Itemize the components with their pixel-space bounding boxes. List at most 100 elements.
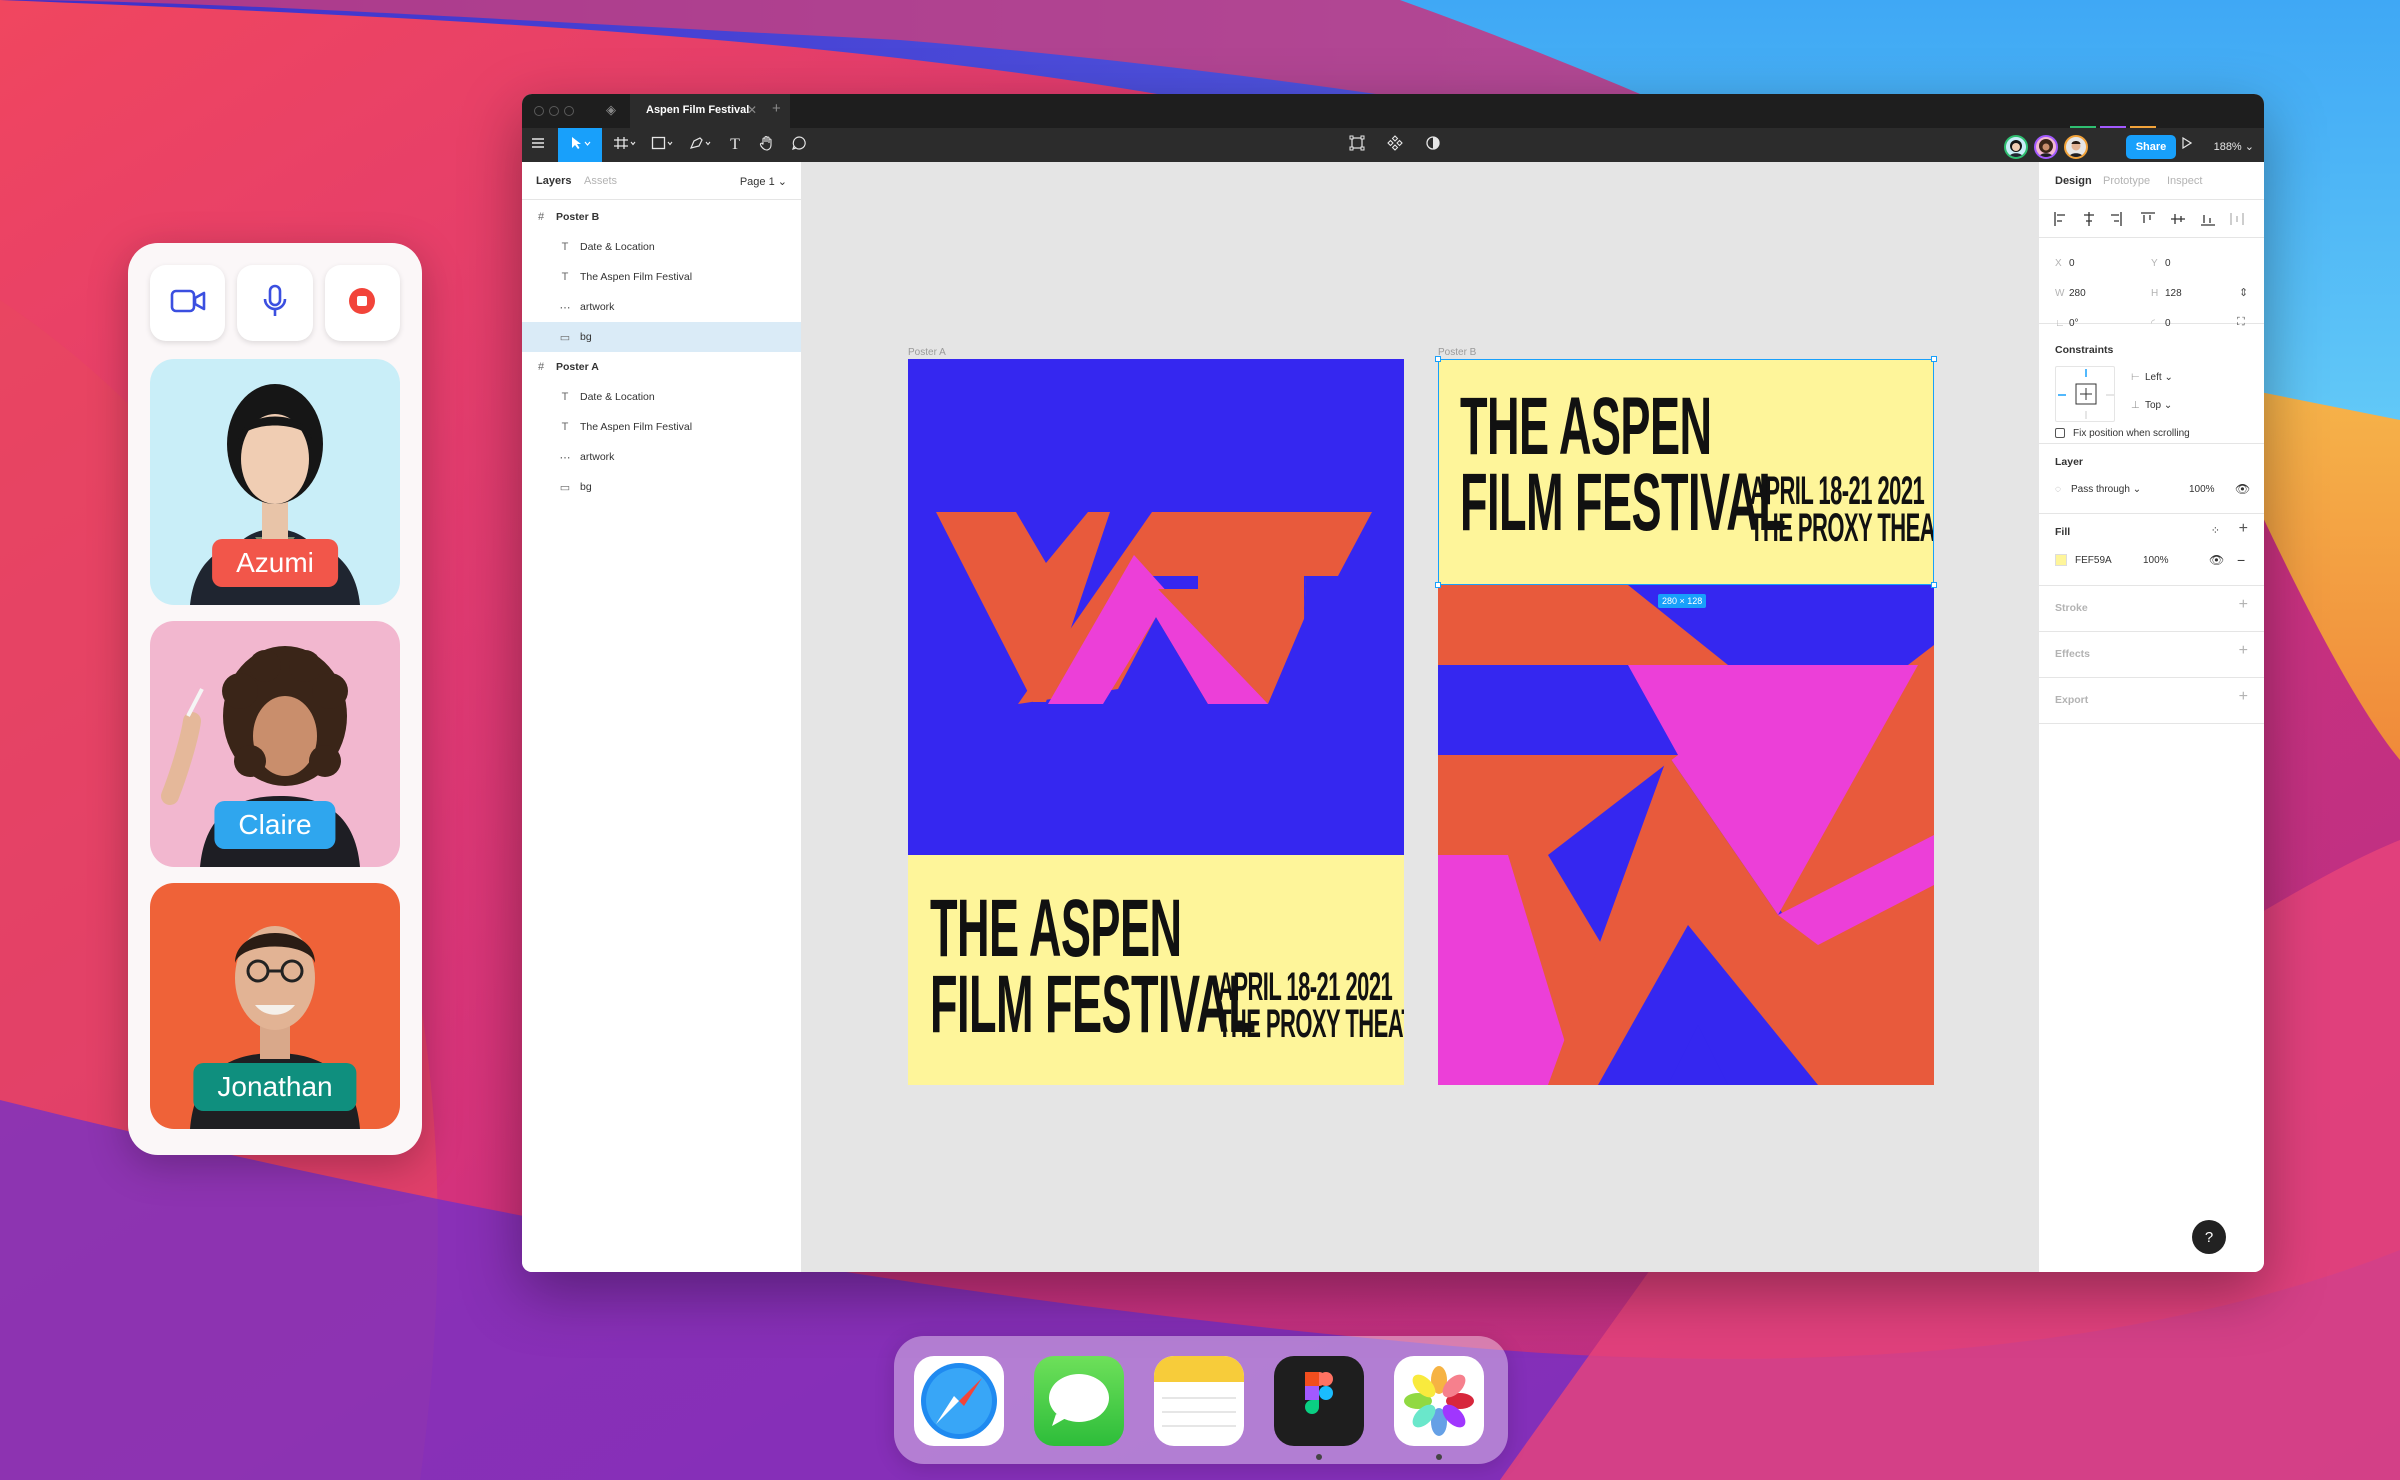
layer-name: Poster B — [556, 211, 600, 223]
mask-tool[interactable] — [1420, 128, 1446, 162]
video-camera-icon — [170, 288, 206, 319]
component-tool[interactable] — [1382, 128, 1408, 162]
minimize-window-button[interactable] — [549, 106, 559, 116]
messages-icon[interactable] — [1034, 1356, 1124, 1446]
camera-button[interactable] — [150, 265, 226, 341]
notes-icon[interactable] — [1154, 1356, 1244, 1446]
rotation-field[interactable]: 0° — [2069, 318, 2079, 329]
tab-prototype[interactable]: Prototype — [2103, 175, 2150, 187]
present-button[interactable] — [2178, 128, 2196, 162]
frame-label-poster-b[interactable]: Poster B — [1438, 347, 1476, 358]
tab-assets[interactable]: Assets — [584, 175, 617, 187]
main-menu-button[interactable] — [526, 128, 550, 162]
resize-handle[interactable] — [1435, 582, 1441, 588]
fix-position-label: Fix position when scrolling — [2073, 428, 2190, 439]
layer-row[interactable]: ⋯ artwork — [522, 292, 801, 322]
tab-layers[interactable]: Layers — [536, 175, 571, 187]
corner-radius-field[interactable]: 0 — [2165, 318, 2171, 329]
maximize-window-button[interactable] — [564, 106, 574, 116]
new-tab-icon[interactable]: + — [772, 100, 781, 117]
tab-inspect[interactable]: Inspect — [2167, 175, 2202, 187]
move-tool[interactable] — [558, 128, 602, 162]
close-window-button[interactable] — [534, 106, 544, 116]
frame-label-poster-a[interactable]: Poster A — [908, 347, 946, 358]
page-selector[interactable]: Page 1 ⌄ — [740, 175, 787, 188]
safari-icon[interactable] — [914, 1356, 1004, 1446]
constrain-proportions-icon[interactable]: ⇕ — [2239, 286, 2248, 299]
record-button[interactable] — [324, 265, 400, 341]
resize-handle[interactable] — [1931, 356, 1937, 362]
add-stroke-icon[interactable]: + — [2239, 596, 2248, 614]
layer-row[interactable]: ⋯ artwork — [522, 442, 801, 472]
alignment-icons[interactable] — [2053, 211, 2253, 227]
fill-hex-field[interactable]: FEF59A — [2075, 555, 2112, 566]
poster-a-title[interactable]: THE ASPEN FILM FESTIVAL — [930, 888, 1256, 1046]
layer-row[interactable]: ▭ bg — [522, 322, 801, 352]
layer-row[interactable]: T The Aspen Film Festival — [522, 262, 801, 292]
independent-corners-icon[interactable]: ⛶ — [2237, 316, 2245, 329]
photos-icon[interactable] — [1394, 1356, 1484, 1446]
figma-icon[interactable] — [1274, 1356, 1364, 1446]
contrast-icon — [1425, 135, 1441, 156]
add-export-icon[interactable]: + — [2239, 688, 2248, 706]
participant-tile[interactable]: Azumi — [150, 359, 400, 605]
layers-panel-tabs: Layers Assets Page 1 ⌄ — [522, 162, 801, 200]
collaborator-avatar[interactable] — [2064, 135, 2088, 159]
blend-mode-dropdown[interactable]: Pass through ⌄ — [2071, 484, 2141, 495]
poster-a-frame[interactable]: THE ASPEN FILM FESTIVAL APRIL 18-21 2021… — [908, 359, 1404, 1085]
poster-a-bg[interactable]: THE ASPEN FILM FESTIVAL APRIL 18-21 2021… — [908, 855, 1404, 1085]
constraints-widget[interactable] — [2055, 366, 2115, 422]
layer-row-frame[interactable]: # Poster A — [522, 352, 801, 382]
fill-visibility-icon[interactable]: 👁 — [2209, 553, 2224, 567]
zoom-dropdown[interactable]: 188% ⌄ — [2214, 140, 2254, 153]
horizontal-constraint-dropdown[interactable]: Left ⌄ — [2145, 372, 2173, 383]
close-tab-icon[interactable]: ✕ — [747, 103, 757, 117]
participant-tile[interactable]: Claire — [150, 621, 400, 867]
x-field[interactable]: 0 — [2069, 258, 2075, 269]
collaborator-avatar[interactable] — [2034, 135, 2058, 159]
microphone-button[interactable] — [237, 265, 313, 341]
y-field[interactable]: 0 — [2165, 258, 2171, 269]
layer-row[interactable]: T Date & Location — [522, 382, 801, 412]
collaborator-avatar[interactable] — [2004, 135, 2028, 159]
layer-opacity-field[interactable]: 100% — [2189, 484, 2215, 495]
resize-handle[interactable] — [1931, 582, 1937, 588]
layer-name: The Aspen Film Festival — [580, 421, 693, 433]
hand-tool[interactable] — [754, 128, 780, 162]
fill-opacity-field[interactable]: 100% — [2143, 555, 2169, 566]
remove-fill-icon[interactable]: − — [2237, 552, 2245, 568]
layer-row[interactable]: T The Aspen Film Festival — [522, 412, 801, 442]
poster-b-artwork[interactable] — [1438, 585, 1934, 1085]
comment-tool[interactable] — [786, 128, 812, 162]
vertical-constraint-dropdown[interactable]: Top ⌄ — [2145, 400, 2172, 411]
create-component-tool[interactable] — [1344, 128, 1370, 162]
pen-tool[interactable] — [686, 128, 716, 162]
fill-title: Fill — [2055, 526, 2071, 538]
fix-position-checkbox[interactable] — [2055, 428, 2065, 438]
tab-design[interactable]: Design — [2055, 175, 2092, 187]
participant-tile[interactable]: Jonathan — [150, 883, 400, 1129]
text-layer-icon: T — [561, 241, 569, 253]
design-canvas[interactable]: Poster A Poster B THE ASPEN FILM FESTIVA… — [802, 162, 2038, 1272]
poster-a-date-location[interactable]: APRIL 18-21 2021 THE PROXY THEATRE — [1218, 967, 1404, 1044]
resize-handle[interactable] — [1435, 356, 1441, 362]
add-effect-icon[interactable]: + — [2239, 642, 2248, 660]
frame-tool[interactable] — [610, 128, 640, 162]
share-button[interactable]: Share — [2126, 135, 2176, 159]
height-field[interactable]: 128 — [2165, 288, 2182, 299]
style-grid-icon[interactable]: ⁘ — [2211, 524, 2220, 537]
help-button[interactable]: ? — [2192, 1220, 2226, 1254]
shape-tool[interactable] — [648, 128, 678, 162]
figma-logo-icon[interactable]: ◈ — [606, 102, 616, 118]
layer-row[interactable]: ▭ bg — [522, 472, 801, 502]
fill-color-swatch[interactable] — [2055, 554, 2067, 566]
layer-row[interactable]: T Date & Location — [522, 232, 801, 262]
text-tool[interactable]: T — [722, 128, 748, 162]
poster-a-artwork[interactable] — [908, 359, 1404, 855]
layer-row-frame[interactable]: # Poster B — [522, 202, 801, 232]
width-field[interactable]: 280 — [2069, 288, 2086, 299]
eye-icon[interactable]: 👁 — [2235, 482, 2250, 496]
running-indicator — [1316, 1454, 1322, 1460]
file-tab-title: Aspen Film Festival — [646, 104, 750, 116]
add-fill-icon[interactable]: + — [2239, 520, 2248, 538]
